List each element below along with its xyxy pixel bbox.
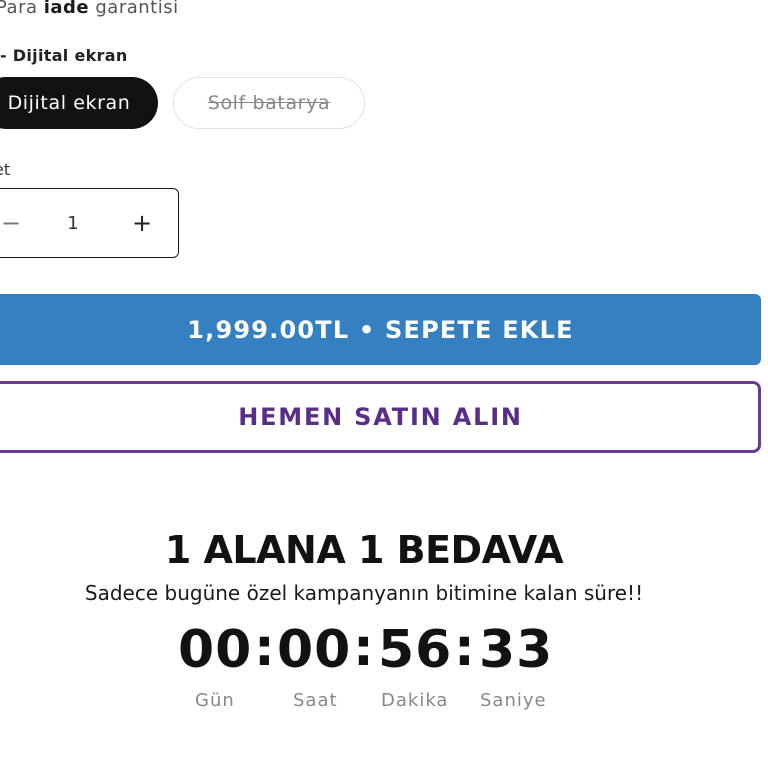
buy-now-button[interactable]: HEMEN SATIN ALIN	[0, 381, 761, 453]
promo-subtitle: Sadece bugüne özel kampanyanın bitimine …	[84, 581, 644, 605]
countdown-hours-label: Saat	[293, 690, 338, 711]
quantity-stepper: − 1 +	[0, 188, 179, 258]
countdown-minutes: 56	[378, 620, 453, 680]
countdown-minutes-label: Dakika	[381, 690, 449, 711]
money-back-guarantee: Para iade garantisi	[0, 0, 179, 18]
quantity-input[interactable]: 1	[43, 189, 103, 257]
add-to-cart-button[interactable]: 1,999.00TL • SEPETE EKLE	[0, 294, 761, 365]
countdown-separator: :	[353, 618, 374, 678]
countdown-hours: 00	[277, 620, 352, 680]
variant-option-digital-screen[interactable]: Dijital ekran	[0, 77, 158, 129]
guarantee-prefix: Para	[0, 0, 44, 18]
guarantee-suffix: garantisi	[89, 0, 179, 18]
quantity-label: et	[0, 160, 11, 179]
countdown-seconds-label: Saniye	[480, 690, 547, 711]
variant-option-solar-battery[interactable]: Solf batarya	[173, 77, 365, 129]
countdown-days: 00	[178, 620, 253, 680]
guarantee-bold: iade	[43, 0, 90, 18]
promo-title: 1 ALANA 1 BEDAVA	[164, 528, 564, 572]
plus-icon[interactable]: +	[112, 189, 172, 257]
countdown-separator: :	[254, 618, 275, 678]
variant-label: - Dijital ekran	[0, 46, 128, 65]
countdown-days-label: Gün	[195, 690, 235, 711]
minus-icon[interactable]: −	[0, 189, 41, 257]
countdown-seconds: 33	[479, 620, 554, 680]
countdown-separator: :	[454, 618, 475, 678]
